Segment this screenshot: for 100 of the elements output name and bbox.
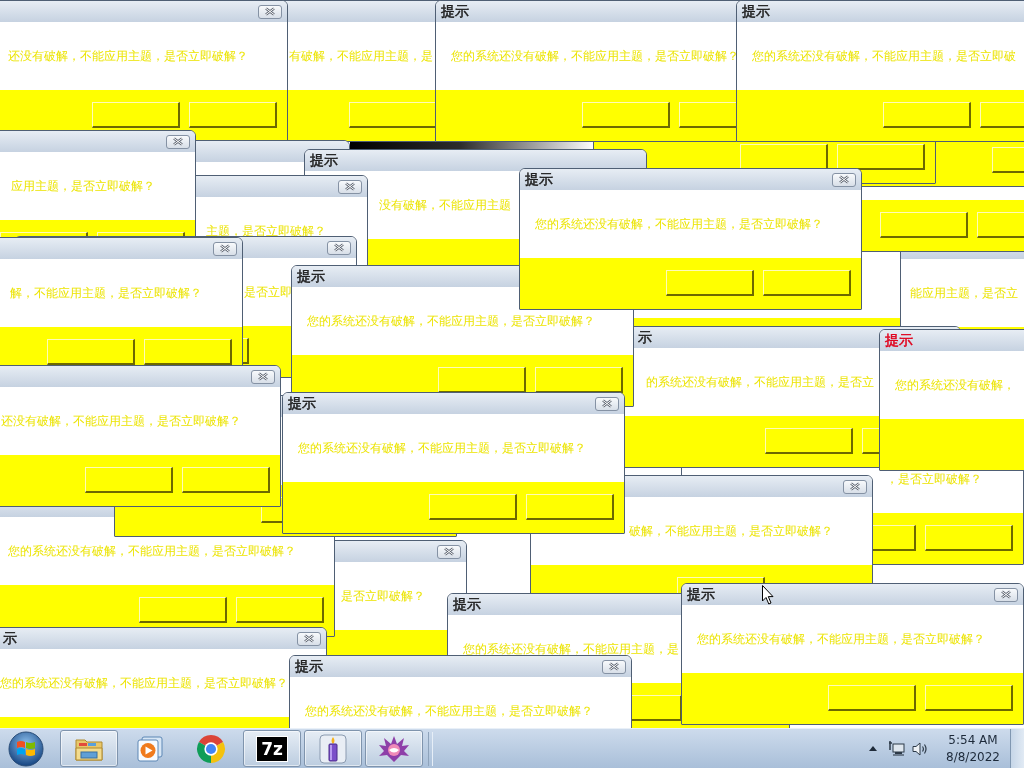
dialog-message: ，是否立即破解？	[885, 472, 982, 486]
dialog-button[interactable]	[765, 428, 853, 454]
window-title: 提示	[742, 3, 770, 20]
clock-date[interactable]: 8/8/2022	[946, 748, 1000, 766]
flag-orb-icon	[8, 730, 44, 767]
clock-time[interactable]: 5:54 AM	[948, 731, 998, 749]
dialog-button[interactable]	[438, 367, 526, 393]
window-title: 提示	[441, 3, 469, 20]
close-button[interactable]	[297, 631, 321, 646]
close-icon	[838, 175, 850, 184]
dialog-message: 您的系统还没有破解，不能应用主题，是否立即破解？	[535, 217, 823, 231]
dialog-message: 没有破解，不能应用主题	[379, 198, 511, 212]
dialog-message: 您的系统还没有破解，不能应用主题，是否立即破解？	[0, 676, 288, 690]
dialog-message: 应用主题，是否立即破解？	[10, 179, 155, 193]
dialog-button[interactable]	[880, 212, 968, 238]
dialog-button[interactable]	[582, 102, 670, 128]
window-title: 提示	[687, 586, 715, 603]
dialog-button[interactable]	[837, 144, 925, 170]
window-title: 提示	[297, 268, 325, 285]
dialog-message: 破解，不能应用主题，是否立即破解？	[628, 524, 833, 538]
close-button[interactable]	[327, 240, 351, 255]
dialog-button[interactable]	[763, 270, 851, 296]
dialog-button[interactable]	[883, 102, 971, 128]
dialog-button[interactable]	[429, 494, 517, 520]
taskbar-button[interactable]: 7z	[243, 730, 301, 767]
close-button[interactable]	[843, 479, 867, 494]
dialog-button[interactable]	[182, 467, 270, 493]
dialog-button[interactable]	[92, 102, 180, 128]
dialog-button[interactable]	[925, 525, 1013, 551]
close-icon	[601, 399, 613, 408]
dialog-message: 还没有破解，不能应用主题，是否立即破解？	[8, 49, 249, 63]
close-button[interactable]	[595, 396, 619, 411]
dialog-message: 主题，是否立即破解？	[206, 224, 327, 238]
play-icon	[137, 735, 163, 762]
close-icon	[1000, 590, 1012, 599]
close-button[interactable]	[602, 659, 626, 674]
dialog-message: 是否立即破解？	[340, 589, 425, 603]
close-button[interactable]	[338, 179, 362, 194]
dialog-button[interactable]	[144, 339, 232, 365]
close-icon	[849, 482, 861, 491]
dialog-message: 还没有破解，不能应用主题，是否立即破解？	[1, 414, 242, 428]
close-button[interactable]	[251, 369, 275, 384]
circle-logo-icon	[196, 733, 226, 764]
dialog-button[interactable]	[47, 339, 135, 365]
close-button[interactable]	[994, 587, 1018, 602]
close-icon	[219, 244, 231, 253]
dialog-message: 您的系统还没有破解，不能应用主题，是否立即破解？	[451, 49, 739, 63]
dialog-message: 有破解，不能应用主题，是	[288, 49, 433, 63]
dialog-message: 您的系统还没有破解，不能应用主题，是	[463, 642, 679, 656]
dialog-message: 您的系统还没有破解，不能应用主题，是否立即破解？	[697, 632, 985, 646]
dialog-button[interactable]	[925, 685, 1013, 711]
close-icon	[443, 547, 455, 556]
close-button[interactable]	[213, 241, 237, 256]
dialog-button[interactable]	[535, 367, 623, 393]
close-icon	[303, 634, 315, 643]
flower-icon	[378, 734, 410, 763]
dialog-message: 您的系统还没有破解，不能应用主题，是否立即破解？	[8, 544, 296, 558]
candle-icon	[319, 733, 347, 764]
dialog-message: 能应用主题，是否立	[909, 286, 1018, 300]
dialog-button[interactable]	[189, 102, 277, 128]
window-title: 提示	[310, 152, 338, 169]
caret-icon	[869, 746, 877, 751]
start-button[interactable]	[5, 729, 47, 768]
close-icon	[333, 243, 345, 252]
window-title: 提示	[295, 658, 323, 675]
dialog-message: 您的系统还没有破解，不能应用主题，是否立即破	[752, 49, 1016, 63]
dialog-button[interactable]	[236, 597, 324, 623]
close-button[interactable]	[437, 544, 461, 559]
window-title: 示	[3, 630, 17, 647]
dialog-message: 您的系统还没有破解，	[895, 378, 1015, 392]
close-button[interactable]	[166, 134, 190, 149]
dialog-button[interactable]	[740, 144, 828, 170]
close-button[interactable]	[832, 172, 856, 187]
dialog-message: 解，不能应用主题，是否立即破解？	[10, 286, 203, 300]
tray-overflow-button[interactable]	[869, 746, 877, 751]
dialog-button[interactable]	[85, 467, 173, 493]
dialog-message: 您的系统还没有破解，不能应用主题，是否立即破解？	[307, 314, 595, 328]
close-icon	[172, 137, 184, 146]
network-icon[interactable]	[889, 740, 905, 757]
window-title: 提示	[453, 596, 481, 613]
dialog-button[interactable]	[828, 685, 916, 711]
taskbar-button[interactable]	[304, 730, 362, 767]
window-title: 提示	[525, 171, 553, 188]
dialog-button[interactable]	[666, 270, 754, 296]
dialog-button[interactable]	[139, 597, 227, 623]
taskbar-button[interactable]	[60, 730, 118, 767]
dialog-message: 您的系统还没有破解，不能应用主题，是否立即破解？	[305, 704, 593, 718]
close-icon	[264, 7, 276, 16]
speaker-icon[interactable]	[912, 741, 928, 756]
dialog-button[interactable]	[349, 102, 437, 128]
dialog-message: 的系统还没有破解，不能应用主题，是否立	[645, 375, 874, 389]
dialog-button[interactable]	[526, 494, 614, 520]
window-title: 提示	[288, 395, 316, 412]
close-button[interactable]	[258, 4, 282, 19]
close-icon	[257, 372, 269, 381]
taskbar-button[interactable]	[365, 730, 423, 767]
close-icon	[344, 182, 356, 191]
dialog-message: 是否立即	[244, 285, 292, 299]
dialog-message: 您的系统还没有破解，不能应用主题，是否立即破解？	[298, 441, 586, 455]
close-icon	[608, 662, 620, 671]
